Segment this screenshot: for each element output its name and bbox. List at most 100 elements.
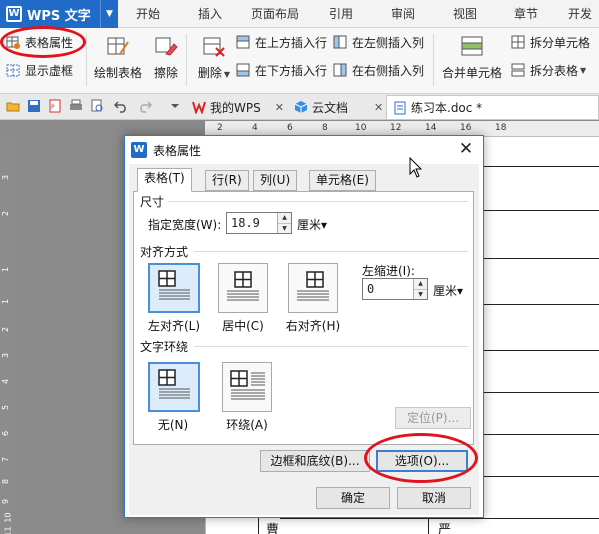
wps-logo-icon bbox=[192, 101, 206, 114]
menu-tab-page-layout[interactable]: 页面布局 bbox=[251, 0, 299, 28]
borders-shading-button[interactable]: 边框和底纹(B)... bbox=[260, 450, 370, 472]
align-left-label: 左对齐(L) bbox=[147, 319, 201, 333]
wrap-none-option[interactable] bbox=[148, 362, 200, 412]
mouse-pointer-icon bbox=[409, 157, 423, 178]
ok-button[interactable]: 确定 bbox=[316, 487, 390, 509]
dialog-title: 表格属性 bbox=[153, 143, 202, 158]
tab-my-wps[interactable]: 我的WPS ✕ bbox=[186, 95, 290, 119]
spin-up-icon[interactable]: ▲ bbox=[278, 213, 291, 223]
svg-text:P: P bbox=[51, 104, 55, 111]
wrap-around-icon bbox=[230, 370, 265, 400]
insert-row-below-button[interactable]: 在下方插入行 bbox=[236, 60, 327, 80]
erase-label: 擦除 bbox=[153, 66, 178, 80]
draw-table-button[interactable]: 绘制表格 bbox=[92, 32, 144, 90]
indent-label: 左缩进(I): bbox=[362, 264, 415, 278]
merge-cells-icon bbox=[461, 36, 483, 56]
insert-row-below-label: 在下方插入行 bbox=[255, 63, 328, 78]
split-table-button[interactable]: 拆分表格 ▼ bbox=[511, 60, 586, 80]
wrap-around-option[interactable] bbox=[222, 362, 272, 412]
spin-down-icon[interactable]: ▼ bbox=[414, 289, 427, 299]
wrap-none-icon bbox=[158, 369, 190, 399]
cell-text: 曹 bbox=[266, 523, 280, 534]
chevron-down-icon[interactable]: ▼ bbox=[100, 0, 118, 28]
alignment-group-label: 对齐方式 bbox=[140, 243, 193, 260]
spin-down-icon[interactable]: ▼ bbox=[278, 223, 291, 233]
width-label: 指定宽度(W): bbox=[148, 218, 222, 232]
group-divider bbox=[194, 251, 468, 252]
menu-tab-references[interactable]: 引用 bbox=[329, 0, 353, 28]
insert-row-above-button[interactable]: 在上方插入行 bbox=[236, 32, 327, 52]
tab-label: 练习本.doc * bbox=[411, 101, 483, 115]
show-gridlines-button[interactable]: 显示虚框 bbox=[6, 60, 73, 80]
insert-column-right-icon bbox=[333, 63, 347, 76]
table-tab-panel: 尺寸 指定宽度(W): 18.9 ▲ ▼ 厘米▾ 对齐方式 左对齐(L) 居中(C… bbox=[133, 191, 474, 445]
merge-cells-button[interactable]: 合并单元格 bbox=[440, 32, 504, 90]
width-unit-dropdown[interactable]: 厘米▾ bbox=[297, 216, 327, 233]
menu-tab-insert[interactable]: 插入 bbox=[198, 0, 222, 28]
group-divider bbox=[194, 346, 468, 347]
insert-column-left-label: 在左侧插入列 bbox=[352, 35, 425, 50]
merge-cells-label: 合并单元格 bbox=[441, 66, 502, 80]
undo-icon[interactable] bbox=[114, 99, 128, 113]
table-border bbox=[428, 518, 429, 534]
wrap-none-label: 无(N) bbox=[157, 418, 189, 432]
tab-document[interactable]: 练习本.doc * bbox=[386, 95, 599, 119]
align-center-option[interactable] bbox=[218, 263, 268, 313]
menu-bar: W WPS 文字 ▼ 开始 插入 页面布局 引用 审阅 视图 章节 开发工 bbox=[0, 0, 599, 49]
print-preview-icon[interactable] bbox=[90, 99, 104, 113]
width-spinbox[interactable]: 18.9 ▲ ▼ bbox=[226, 212, 292, 234]
spin-up-icon[interactable]: ▲ bbox=[414, 279, 427, 289]
indent-value: 0 bbox=[367, 282, 375, 296]
delete-button[interactable]: 删除 ▼ bbox=[188, 32, 240, 90]
tab-table[interactable]: 表格(T) bbox=[137, 168, 192, 192]
ribbon-separator bbox=[186, 34, 187, 86]
indent-spinbox[interactable]: 0 ▲ ▼ bbox=[362, 278, 428, 300]
split-cells-button[interactable]: 拆分单元格 bbox=[511, 32, 590, 52]
wps-logo-icon: W bbox=[6, 6, 22, 22]
align-center-label: 居中(C) bbox=[222, 319, 264, 333]
group-divider bbox=[168, 201, 468, 202]
tab-row[interactable]: 行(R) bbox=[205, 170, 249, 191]
menu-tab-developer[interactable]: 开发工 bbox=[568, 0, 599, 49]
align-left-icon bbox=[158, 270, 190, 300]
insert-column-right-button[interactable]: 在右侧插入列 bbox=[333, 60, 424, 80]
delete-table-icon bbox=[203, 37, 225, 57]
annotation-circle bbox=[0, 26, 86, 58]
menu-tab-chapter[interactable]: 章节 bbox=[514, 0, 538, 28]
insert-column-left-button[interactable]: 在左侧插入列 bbox=[333, 32, 424, 52]
tab-column[interactable]: 列(U) bbox=[253, 170, 298, 191]
cell-text: 严 bbox=[438, 523, 452, 534]
app-menu-button[interactable]: W WPS 文字 ▼ bbox=[0, 0, 118, 28]
open-folder-icon[interactable] bbox=[6, 99, 20, 113]
align-right-icon bbox=[297, 271, 329, 301]
close-icon[interactable]: ✕ bbox=[457, 140, 475, 158]
position-button[interactable]: 定位(P)... bbox=[395, 407, 471, 429]
split-cells-icon bbox=[511, 35, 525, 48]
close-icon[interactable]: ✕ bbox=[374, 101, 383, 114]
wrapping-group-label: 文字环绕 bbox=[140, 338, 193, 355]
redo-icon[interactable] bbox=[138, 99, 152, 113]
print-icon[interactable] bbox=[69, 99, 83, 113]
insert-column-right-label: 在右侧插入列 bbox=[352, 63, 425, 78]
erase-button[interactable]: 擦除 bbox=[140, 32, 192, 90]
tab-cell[interactable]: 单元格(E) bbox=[309, 170, 376, 191]
align-right-option[interactable] bbox=[288, 263, 338, 313]
vertical-ruler[interactable]: 3 2 1 1 2 3 4 5 6 7 8 9 10 11 bbox=[0, 137, 16, 534]
customize-chevron-down-icon[interactable] bbox=[168, 99, 182, 113]
cancel-button[interactable]: 取消 bbox=[397, 487, 471, 509]
close-icon[interactable]: ✕ bbox=[275, 101, 284, 114]
menu-tab-review[interactable]: 审阅 bbox=[391, 0, 415, 28]
dialog-title-bar[interactable]: W 表格属性 bbox=[125, 136, 483, 164]
menu-tab-home[interactable]: 开始 bbox=[136, 0, 160, 28]
indent-unit-dropdown[interactable]: 厘米▾ bbox=[433, 282, 463, 299]
size-group-label: 尺寸 bbox=[140, 193, 169, 210]
tab-cloud-docs[interactable]: 云文档 ✕ bbox=[288, 95, 389, 119]
quick-access-bar: P 我的WPS ✕ 云文档 ✕ 练习本.doc * bbox=[0, 94, 599, 120]
insert-row-above-label: 在上方插入行 bbox=[255, 35, 328, 50]
save-icon[interactable] bbox=[27, 99, 41, 113]
menu-tab-view[interactable]: 视图 bbox=[453, 0, 477, 28]
app-name: WPS 文字 bbox=[27, 8, 91, 24]
tab-label: 我的WPS bbox=[210, 100, 261, 115]
export-pdf-icon[interactable]: P bbox=[48, 99, 62, 113]
align-left-option[interactable] bbox=[148, 263, 200, 313]
